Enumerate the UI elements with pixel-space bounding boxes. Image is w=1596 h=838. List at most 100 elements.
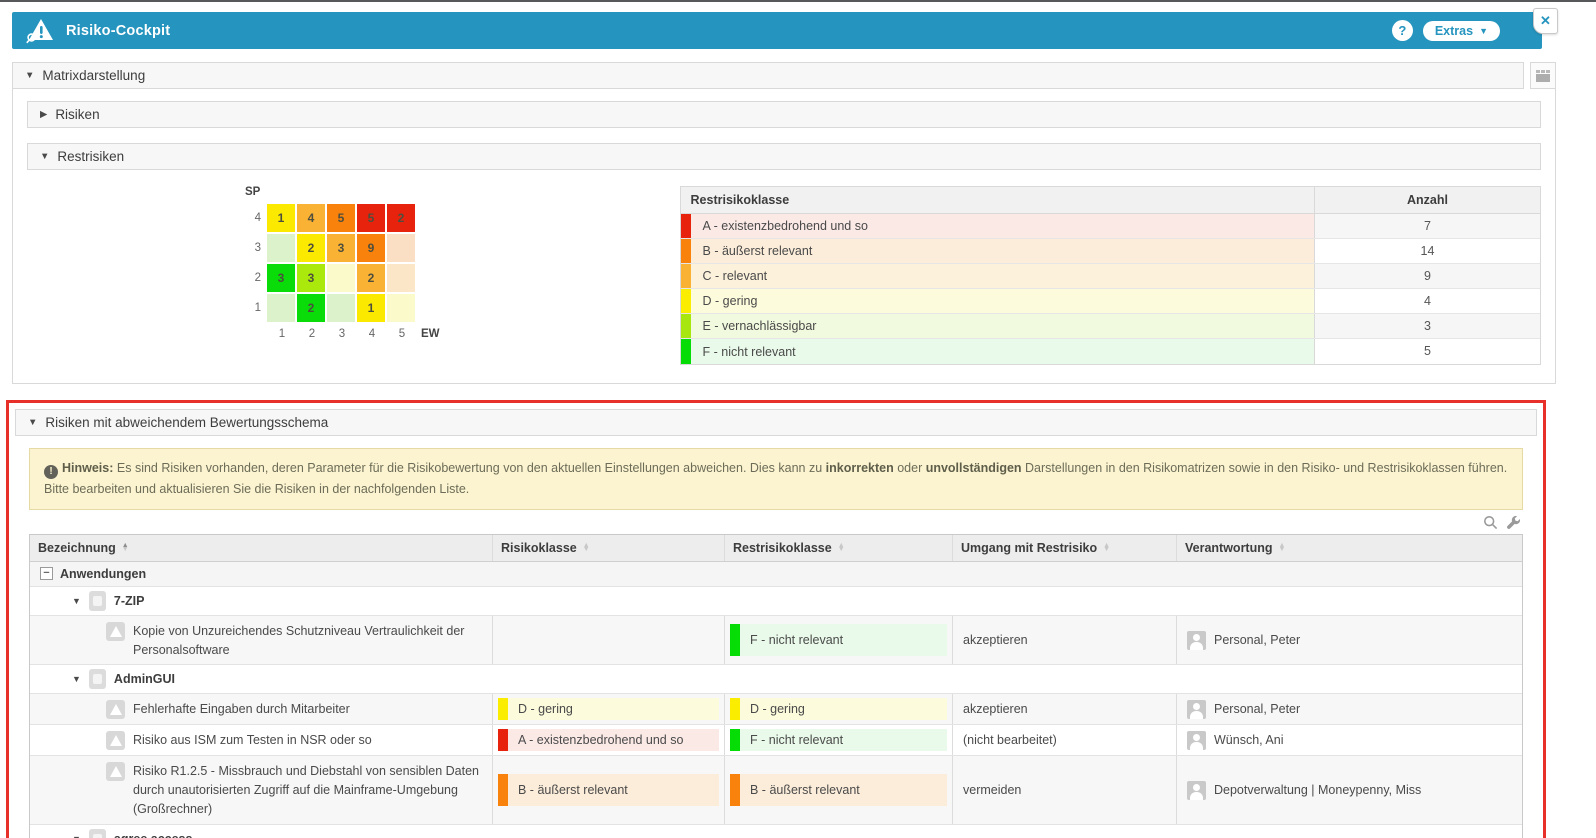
risk-row[interactable]: Risiko R1.2.5 - Missbrauch und Diebstahl… [30, 756, 1522, 824]
wrench-icon[interactable] [1506, 515, 1521, 530]
risk-row[interactable]: Fehlerhafte Eingaben durch Mitarbeiter D… [30, 694, 1522, 725]
section-matrixdarstellung-label: Matrixdarstellung [42, 68, 145, 83]
sort-icon: ▲▼ [583, 544, 590, 552]
class-row-a[interactable]: A - existenzbedrohend und so 7 [681, 214, 1540, 239]
class-row-b[interactable]: B - äußerst relevant 14 [681, 239, 1540, 264]
extras-label: Extras [1435, 24, 1473, 38]
risk-matrix: SP 4 1 4 5 5 2 3 2 3 9 [239, 186, 440, 365]
matrix-col-label: 5 [387, 328, 417, 340]
risk-name: Kopie von Unzureichendes Schutzniveau Ve… [133, 621, 482, 660]
matrix-row-label: 3 [239, 242, 261, 254]
matrix-cell[interactable]: 5 [327, 204, 355, 232]
person-icon [1187, 731, 1206, 750]
extras-button[interactable]: Extras ▼ [1423, 21, 1500, 41]
matrix-cell[interactable]: 9 [357, 234, 385, 262]
group-label: AdminGUI [114, 672, 175, 686]
layout-grid-button[interactable] [1530, 62, 1556, 89]
collapse-triangle-icon[interactable]: ▼ [72, 674, 81, 684]
section-abweichend-label: Risiken mit abweichendem Bewertungsschem… [45, 415, 328, 430]
matrix-cell[interactable] [387, 234, 415, 262]
group-row-agree-access[interactable]: ▼ agree access [30, 825, 1522, 838]
class-color-swatch [681, 339, 691, 364]
class-count: 4 [1314, 289, 1540, 313]
matrix-col-label: 2 [297, 328, 327, 340]
class-color-swatch [498, 729, 508, 751]
section-restrisiken[interactable]: ▼ Restrisiken [27, 143, 1541, 170]
matrix-cell[interactable] [267, 234, 295, 262]
column-header-anzahl: Anzahl [1314, 187, 1540, 213]
section-risiken[interactable]: ▶ Risiken [27, 101, 1541, 128]
class-row-f[interactable]: F - nicht relevant 5 [681, 339, 1540, 364]
section-abweichend[interactable]: ▼ Risiken mit abweichendem Bewertungssch… [15, 409, 1537, 436]
matrix-cell[interactable]: 1 [267, 204, 295, 232]
matrix-cell[interactable]: 3 [297, 264, 325, 292]
class-row-d[interactable]: D - gering 4 [681, 289, 1540, 314]
rest-classes-table: Restrisikoklasse Anzahl A - existenzbedr… [680, 186, 1541, 365]
matrix-cell[interactable] [267, 294, 295, 322]
hinweis-banner: !Hinweis: Es sind Risiken vorhanden, der… [29, 448, 1523, 510]
page-title: Risiko-Cockpit [66, 23, 170, 39]
risk-row[interactable]: Risiko aus ISM zum Testen in NSR oder so… [30, 725, 1522, 756]
umgang-cell: (nicht bearbeitet) [952, 725, 1176, 755]
class-color-swatch [498, 774, 508, 806]
umgang-cell: akzeptieren [952, 616, 1176, 665]
matrix-cell[interactable] [327, 294, 355, 322]
group-row-anwendungen[interactable]: − Anwendungen [30, 562, 1522, 587]
group-row-7zip[interactable]: ▼ 7-ZIP [30, 587, 1522, 616]
search-icon[interactable] [1483, 515, 1498, 530]
class-label: C - relevant [691, 264, 1314, 288]
class-row-c[interactable]: C - relevant 9 [681, 264, 1540, 289]
class-row-e[interactable]: E - vernachlässigbar 3 [681, 314, 1540, 339]
collapse-triangle-icon[interactable]: ▼ [72, 596, 81, 606]
matrix-cell[interactable]: 2 [297, 294, 325, 322]
window-edge [0, 0, 1596, 2]
hinweis-text: oder [894, 461, 926, 475]
matrix-cell[interactable]: 2 [357, 264, 385, 292]
risk-icon [106, 731, 125, 750]
risk-icon [106, 762, 125, 781]
verantwortung-cell: Wünsch, Ani [1176, 725, 1522, 755]
matrix-cell[interactable] [327, 264, 355, 292]
matrix-cell[interactable]: 1 [357, 294, 385, 322]
class-color-swatch [681, 239, 691, 263]
column-header-verantwortung[interactable]: Verantwortung ▲▼ [1176, 535, 1522, 561]
section-matrixdarstellung[interactable]: ▼ Matrixdarstellung [12, 62, 1524, 89]
matrix-cell[interactable] [387, 264, 415, 292]
matrix-cell[interactable]: 4 [297, 204, 325, 232]
class-count: 3 [1314, 314, 1540, 338]
help-button[interactable]: ? [1392, 20, 1413, 41]
risikoklasse-cell: B - äußerst relevant [492, 756, 724, 823]
umgang-cell: vermeiden [952, 756, 1176, 823]
class-chip: A - existenzbedrohend und so [498, 729, 719, 751]
sort-icon: ▲▼ [122, 544, 129, 552]
section-risiken-label: Risiken [55, 107, 99, 122]
matrix-cell[interactable]: 3 [327, 234, 355, 262]
matrix-cell[interactable]: 2 [297, 234, 325, 262]
class-color-swatch [730, 729, 740, 751]
class-chip: D - gering [498, 698, 719, 720]
matrix-cell[interactable]: 2 [387, 204, 415, 232]
section-restrisiken-label: Restrisiken [57, 149, 124, 164]
matrix-cell[interactable]: 5 [357, 204, 385, 232]
sort-icon: ▲▼ [1279, 544, 1286, 552]
class-chip: B - äußerst relevant [498, 774, 719, 806]
class-chip: F - nicht relevant [730, 624, 947, 656]
column-header-risikoklasse[interactable]: Risikoklasse ▲▼ [492, 535, 724, 561]
class-color-swatch [681, 289, 691, 313]
column-header-restrisikoklasse[interactable]: Restrisikoklasse ▲▼ [724, 535, 952, 561]
close-button[interactable]: ✕ [1533, 8, 1558, 34]
column-header-umgang[interactable]: Umgang mit Restrisiko ▲▼ [952, 535, 1176, 561]
group-row-admingui[interactable]: ▼ AdminGUI [30, 665, 1522, 694]
collapse-arrow-icon: ▼ [40, 151, 49, 162]
column-header-bezeichnung[interactable]: Bezeichnung ▲▼ [30, 535, 492, 561]
collapse-triangle-icon[interactable]: ▼ [72, 834, 81, 838]
class-color-swatch [730, 774, 740, 806]
hinweis-bold: unvollständigen [926, 461, 1022, 475]
matrix-cell[interactable]: 3 [267, 264, 295, 292]
matrix-cell[interactable] [387, 294, 415, 322]
sort-icon: ▲▼ [838, 544, 845, 552]
class-chip: B - äußerst relevant [730, 774, 947, 806]
collapse-minus-icon[interactable]: − [40, 567, 53, 580]
risk-row[interactable]: Kopie von Unzureichendes Schutzniveau Ve… [30, 616, 1522, 666]
chevron-down-icon: ▼ [1479, 26, 1488, 36]
